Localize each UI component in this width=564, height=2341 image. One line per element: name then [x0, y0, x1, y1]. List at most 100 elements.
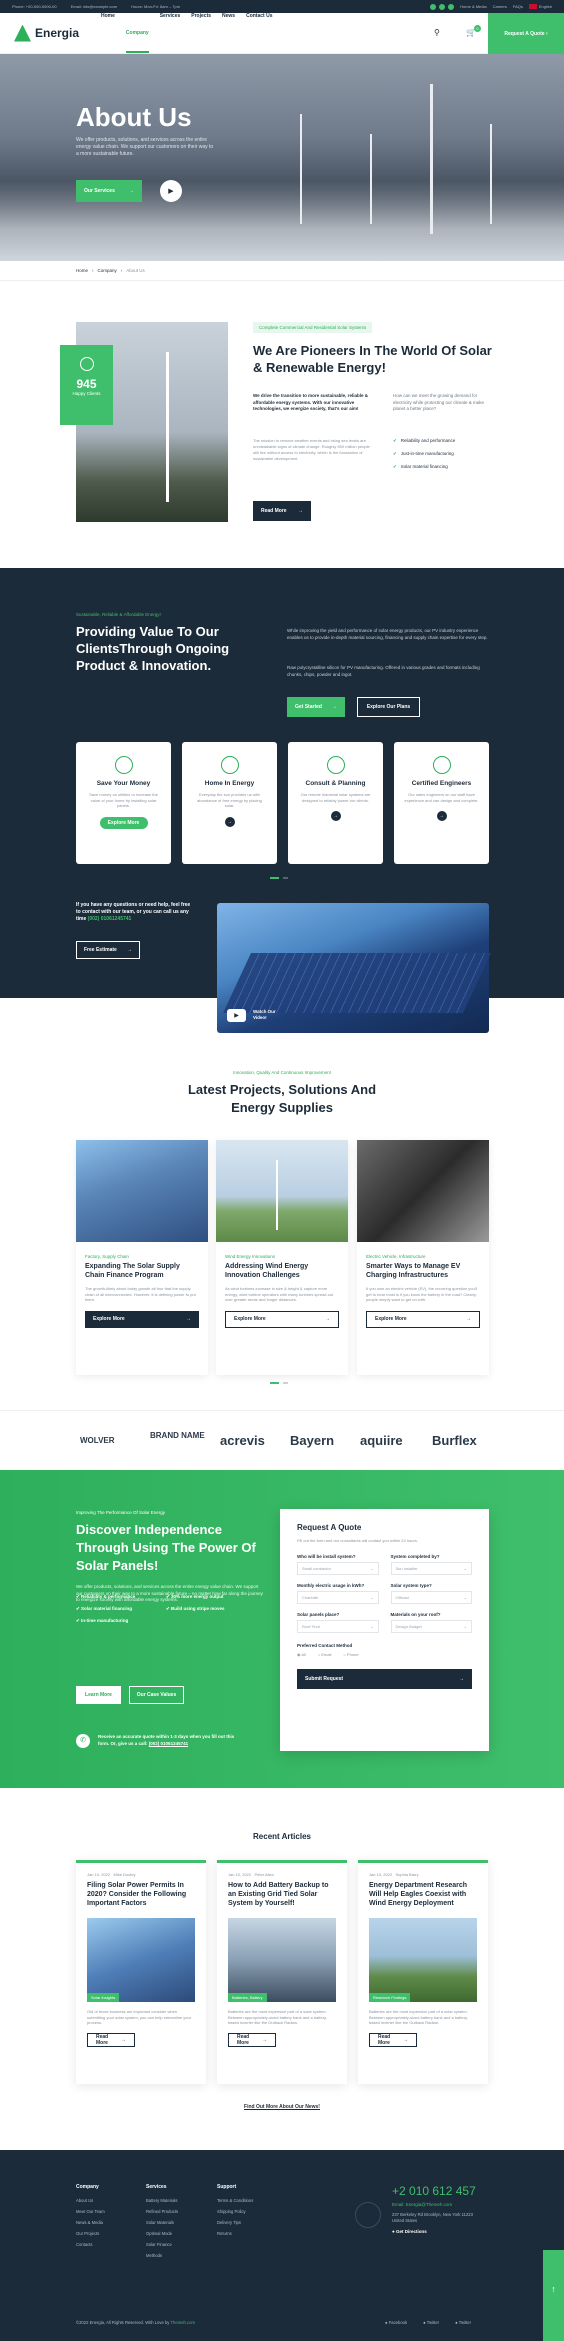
footer-link[interactable]: Battery Materials	[146, 2198, 178, 2203]
topbar-email[interactable]: Email: info@example.com	[71, 4, 118, 9]
twitter-link[interactable]: ● Twitter	[455, 2320, 471, 2325]
submit-request-button[interactable]: Submit Request →	[297, 1668, 472, 1689]
card-arrow-button[interactable]: →	[224, 816, 235, 827]
quote-note-phone[interactable]: (002) 01061245741	[149, 1741, 188, 1746]
footer-link[interactable]: Returns	[217, 2231, 253, 2236]
article-card[interactable]: Jan 10, 2022 Peter Allen How to Add Batt…	[217, 1860, 347, 2084]
card-arrow-button[interactable]: →	[330, 811, 341, 821]
explore-more-button[interactable]: Explore More	[99, 816, 148, 829]
project-title[interactable]: Smarter Ways to Manage EV Charging Infra…	[366, 1262, 480, 1280]
read-more-button[interactable]: Read More →	[369, 2032, 417, 2047]
play-video-button[interactable]: ▶	[160, 180, 182, 202]
footer-link[interactable]: Our Projects	[76, 2231, 105, 2236]
brand-logo-brandname[interactable]: BRAND NAME	[150, 1431, 205, 1440]
article-category[interactable]: Research Findings	[369, 1993, 411, 2002]
nav-contact[interactable]: Contact Us	[246, 13, 272, 53]
play-icon[interactable]: ▶	[227, 1009, 246, 1022]
topbar-link-careers[interactable]: Careers	[493, 4, 507, 9]
brand-logo-burflex[interactable]: Burflex	[432, 1433, 477, 1448]
article-author[interactable]: Peter Allen	[254, 1872, 273, 1877]
explore-more-button[interactable]: Explore More →	[366, 1310, 480, 1328]
more-news-link[interactable]: Find Out More About Our News!	[0, 2104, 564, 2110]
carousel-dot-active[interactable]	[270, 877, 279, 879]
instagram-icon[interactable]	[448, 3, 455, 10]
usage-select[interactable]: Charlotte ⌄	[297, 1590, 379, 1604]
nav-projects[interactable]: Projects	[191, 13, 211, 53]
topbar-link-media[interactable]: Home & Media	[460, 4, 486, 9]
service-card[interactable]: Consult & Planning Our remote industrial…	[288, 742, 383, 864]
article-title[interactable]: Energy Department Research Will Help Eag…	[369, 1881, 477, 1908]
facebook-icon[interactable]	[430, 3, 437, 10]
search-icon[interactable]: ⚲	[434, 28, 440, 37]
system-type-select[interactable]: Offroad ⌄	[390, 1590, 472, 1604]
brand-logo-acrevis[interactable]: acrevis	[220, 1433, 265, 1448]
solar-panels-video-image[interactable]: ▶ Watch Our Video!	[217, 903, 491, 1033]
radio-email[interactable]: ○ Email	[318, 1652, 332, 1657]
carousel-dot-active[interactable]	[270, 1382, 279, 1384]
explore-more-button[interactable]: Explore More →	[85, 1310, 199, 1328]
project-card[interactable]: Wind Energy Innovations Addressing Wind …	[216, 1140, 348, 1375]
nav-company[interactable]: Company	[125, 30, 149, 53]
twitter-link[interactable]: ● Twitter	[423, 2320, 439, 2325]
article-author[interactable]: Mike Dooley	[113, 1872, 135, 1877]
brand-logo-aquiire[interactable]: aquiire	[360, 1433, 403, 1448]
contact-phone[interactable]: (002) 01061245741	[88, 916, 132, 922]
project-title[interactable]: Addressing Wind Energy Innovation Challe…	[225, 1262, 339, 1280]
request-quote-button[interactable]: Request A Quote ›	[488, 13, 564, 54]
explore-more-button[interactable]: Explore More →	[225, 1310, 339, 1328]
footer-link[interactable]: Contacts	[76, 2242, 105, 2247]
nav-services[interactable]: Services	[160, 13, 181, 53]
completed-by-select[interactable]: Sun installer ⌄	[390, 1561, 472, 1575]
article-title[interactable]: Filing Solar Power Permits In 2020? Cons…	[87, 1881, 195, 1908]
radio-phone[interactable]: ○ Phone	[343, 1652, 358, 1657]
language-select[interactable]: English	[539, 4, 552, 9]
article-title[interactable]: How to Add Battery Backup to an Existing…	[228, 1881, 336, 1908]
topbar-link-faqs[interactable]: FAQs	[513, 4, 523, 9]
footer-link[interactable]: Delivery Tips	[217, 2220, 253, 2225]
footer-link[interactable]: Methods	[146, 2253, 178, 2258]
get-directions-link[interactable]: ● Get Directions	[392, 2229, 482, 2234]
footer-link[interactable]: Shipping Policy	[217, 2209, 253, 2214]
brand-logo-wolver[interactable]: WOLVER	[80, 1436, 115, 1445]
footer-link[interactable]: Optimal Mode	[146, 2231, 178, 2236]
carousel-dot[interactable]	[283, 1382, 288, 1384]
panels-place-select[interactable]: Roof Tech ⌄	[297, 1619, 379, 1633]
installer-select[interactable]: Small contractor ⌄	[297, 1561, 379, 1575]
scroll-top-button[interactable]: ↑	[543, 2250, 564, 2341]
nav-home[interactable]: Home	[101, 13, 115, 53]
breadcrumb-home[interactable]: Home	[76, 268, 88, 273]
footer-link[interactable]: Meet Our Team	[76, 2209, 105, 2214]
service-card[interactable]: Home In Energy Everyday the sun provides…	[182, 742, 277, 864]
topbar-phone[interactable]: Phone: +00-000-0000-00	[12, 4, 57, 9]
learn-more-button[interactable]: Learn More	[76, 1686, 121, 1704]
footer-link[interactable]: News & Media	[76, 2220, 105, 2225]
footer-link[interactable]: Solar Materials	[146, 2220, 178, 2225]
footer-phone[interactable]: +2 010 612 457	[392, 2184, 482, 2198]
footer-link[interactable]: Refined Products	[146, 2209, 178, 2214]
get-started-button[interactable]: Get Started →	[287, 697, 345, 717]
footer-link[interactable]: About Us	[76, 2198, 105, 2203]
free-estimate-button[interactable]: Free Estimate →	[76, 941, 140, 959]
footer-email[interactable]: Email: Energia@Themeh.com	[392, 2202, 482, 2207]
explore-plans-button[interactable]: Explore Our Plans	[357, 697, 420, 717]
article-category[interactable]: Batteries, Battery	[228, 1993, 267, 2002]
project-card[interactable]: Electric Vehicle, Infrastructure Smarter…	[357, 1140, 489, 1375]
our-services-button[interactable]: Our Services →	[76, 180, 142, 202]
project-card[interactable]: Factory, Supply Chain Expanding The Sola…	[76, 1140, 208, 1375]
nav-news[interactable]: News	[222, 13, 235, 53]
roof-material-select[interactable]: Design Budget ⌄	[390, 1619, 472, 1633]
case-values-button[interactable]: Our Case Values	[129, 1686, 184, 1704]
logo[interactable]: Energia	[14, 24, 79, 42]
twitter-icon[interactable]	[439, 3, 446, 10]
facebook-link[interactable]: ● Facebook	[385, 2320, 407, 2325]
read-more-button[interactable]: Read More →	[87, 2032, 135, 2047]
card-arrow-button[interactable]: →	[436, 811, 447, 821]
about-read-more-button[interactable]: Read More →	[253, 501, 311, 521]
read-more-button[interactable]: Read More →	[228, 2032, 276, 2047]
brand-logo-bayern[interactable]: Bayern	[290, 1433, 334, 1448]
article-card[interactable]: Jan 10, 2022 Mike Dooley Filing Solar Po…	[76, 1860, 206, 2084]
service-card[interactable]: Save Your Money Save money on utilities …	[76, 742, 171, 864]
article-author[interactable]: Sophia Barry	[395, 1872, 418, 1877]
service-card[interactable]: Certified Engineers Our sales engineers …	[394, 742, 489, 864]
copyright-link[interactable]: Themeh.com	[171, 2320, 195, 2325]
